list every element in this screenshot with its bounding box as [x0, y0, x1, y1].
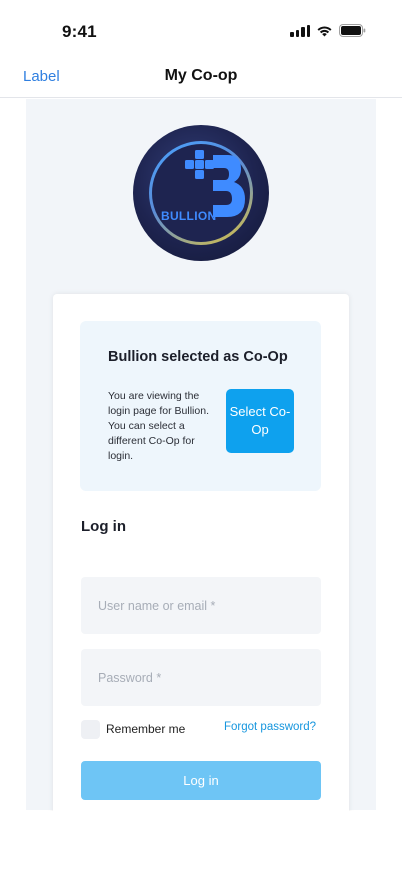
bullion-logo: BULLION — [133, 125, 269, 261]
forgot-password-link[interactable]: Forgot password? — [224, 721, 316, 733]
bottom-area — [0, 811, 402, 874]
username-input[interactable] — [81, 577, 321, 634]
status-icons — [290, 24, 366, 37]
remember-me-label[interactable]: Remember me — [106, 722, 185, 736]
battery-icon — [339, 24, 366, 37]
password-input[interactable] — [81, 649, 321, 706]
select-coop-button[interactable]: Select Co-Op — [226, 389, 294, 453]
logo-text: BULLION — [161, 209, 217, 223]
wifi-icon — [316, 25, 333, 37]
remember-me-checkbox[interactable] — [81, 720, 100, 739]
coop-description: You are viewing the login page for Bulli… — [108, 390, 209, 462]
bullion-mark-icon — [185, 150, 245, 217]
nav-bar: Label My Co-op — [0, 58, 402, 98]
status-time: 9:41 — [62, 22, 97, 41]
status-bar: 9:41 — [0, 0, 402, 58]
login-button[interactable]: Log in — [81, 761, 321, 800]
signal-icon — [290, 24, 310, 37]
login-heading: Log in — [81, 518, 126, 535]
coop-title: Bullion selected as Co-Op — [108, 349, 288, 365]
page-title: My Co-op — [164, 67, 238, 84]
